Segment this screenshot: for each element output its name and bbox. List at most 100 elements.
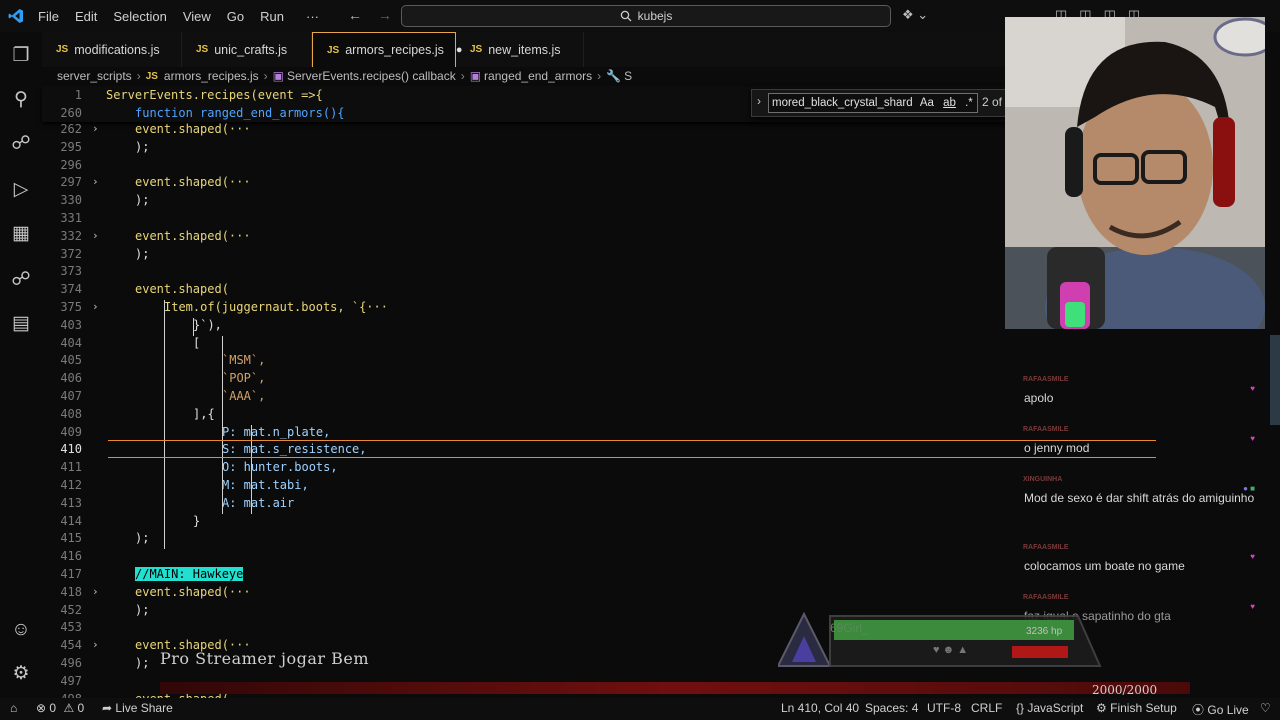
indentation[interactable]: Spaces: 4	[865, 701, 918, 715]
whole-word-toggle[interactable]: ab	[943, 97, 956, 109]
code-line: M: mat.tabi,	[222, 478, 309, 492]
chat-message: RAFAASMILE colocamos um boate no game ♥	[1015, 544, 1265, 576]
activity-bar: ❐ ⚲ ☍ ▷ ▦ ☍ ▤ ☺ ⚙	[0, 32, 42, 698]
breadcrumb-function[interactable]: ranged_end_armors	[484, 69, 592, 83]
remote-indicator-icon[interactable]: ⌂	[10, 701, 17, 715]
tab-new-items[interactable]: JS new_items.js	[456, 32, 584, 67]
chevron-right-icon: ›	[136, 69, 141, 83]
line-number: 297	[60, 175, 82, 190]
breadcrumb-folder[interactable]: server_scripts	[57, 69, 132, 83]
settings-gear-icon[interactable]: ⚙	[9, 662, 33, 686]
line-ending[interactable]: CRLF	[971, 701, 1002, 715]
code-line: O: hunter.boots,	[222, 460, 338, 475]
error-icon: ⊗	[36, 701, 47, 715]
chat-username: XINGUINHA	[1023, 476, 1063, 483]
cube-icon: ▣	[469, 69, 482, 83]
chat-username: RAFAASMILE	[1023, 376, 1069, 383]
line-number: 296	[60, 157, 82, 172]
line-number: 416	[60, 549, 82, 564]
encoding[interactable]: UTF-8	[927, 701, 961, 715]
tab-unic-crafts[interactable]: JS unic_crafts.js	[182, 32, 312, 67]
code-line: `POP`,	[222, 371, 266, 386]
indent-guide	[193, 317, 194, 336]
code-editor[interactable]: 1 ServerEvents.recipes(event =>{ 260 fun…	[42, 86, 1005, 706]
hud-hp-label: 3236 hp	[1026, 626, 1063, 637]
live-share-button[interactable]: ➦ Live Share	[102, 701, 173, 715]
explorer-icon[interactable]: ❐	[9, 44, 33, 68]
breadcrumb-callback[interactable]: ServerEvents.recipes() callback	[287, 69, 456, 83]
line-number: 496	[60, 656, 82, 670]
fold-chevron-icon[interactable]: ›	[92, 122, 99, 135]
forward-arrow-icon[interactable]: →	[378, 7, 392, 23]
code-line: }	[193, 513, 201, 528]
match-case-toggle[interactable]: Aa	[920, 97, 934, 109]
line-number: 403	[60, 317, 82, 332]
search-icon[interactable]: ⚲	[9, 88, 33, 112]
chevron-right-icon: ›	[597, 69, 602, 83]
line-number: 375	[60, 300, 82, 314]
javascript-file-icon: JS	[470, 44, 483, 55]
fold-chevron-icon[interactable]: ›	[92, 300, 99, 313]
code-line: );	[135, 193, 150, 208]
extensions-icon[interactable]: ▦	[9, 222, 33, 246]
line-number: 295	[60, 139, 82, 154]
fold-chevron-icon[interactable]: ›	[92, 229, 99, 242]
vscode-logo-icon	[8, 8, 24, 29]
tab-modifications[interactable]: JS modifications.js	[42, 32, 182, 67]
webcam-overlay	[1005, 17, 1265, 329]
notifications-bell-icon[interactable]: ♡	[1260, 701, 1271, 715]
fold-chevron-icon[interactable]: ›	[92, 638, 99, 651]
menu-run[interactable]: Run	[252, 9, 292, 24]
javascript-file-icon: JS	[327, 44, 340, 56]
chat-username: RAFAASMILE	[1023, 426, 1069, 433]
chevron-right-icon: ›	[263, 69, 268, 83]
fold-chevron-icon[interactable]: ›	[92, 585, 99, 598]
menu-selection[interactable]: Selection	[105, 9, 174, 24]
back-arrow-icon[interactable]: ←	[348, 7, 362, 23]
line-number: 412	[60, 478, 82, 492]
stream-hud: 69Girl_ 3236 hp ♥ ☻ ▲	[778, 612, 1108, 670]
line-number: 415	[60, 531, 82, 546]
account-icon[interactable]: ☺	[9, 618, 33, 642]
code-line: }`),	[193, 317, 222, 332]
menu-more[interactable]: ···	[292, 9, 327, 24]
line-number: 372	[60, 246, 82, 261]
menu-go[interactable]: Go	[219, 9, 252, 24]
code-line: event.shaped(···	[135, 584, 251, 599]
menu-file[interactable]: File	[30, 9, 67, 24]
cursor-position[interactable]: Ln 410, Col 40	[781, 701, 859, 715]
breadcrumb-file[interactable]: armors_recipes.js	[164, 69, 259, 83]
tab-armors-recipes[interactable]: JS armors_recipes.js ●	[312, 32, 463, 67]
line-number: 409	[60, 424, 82, 439]
finish-setup-button[interactable]: ⚙ Finish Setup	[1096, 701, 1177, 715]
problems-indicator[interactable]: ⊗ 0 ⚠ 0	[36, 701, 84, 715]
breadcrumb-symbol[interactable]: S	[624, 69, 632, 83]
line-number: 405	[60, 353, 82, 368]
menu-bar: File Edit Selection View Go Run ···	[30, 0, 327, 32]
language-mode[interactable]: {} JavaScript	[1016, 701, 1083, 715]
chat-username: RAFAASMILE	[1023, 594, 1069, 601]
run-debug-icon[interactable]: ▷	[9, 178, 33, 202]
copilot-icon[interactable]: ❖ ⌄	[902, 7, 928, 23]
line-number: 407	[60, 389, 82, 403]
command-center-search[interactable]: kubejs	[401, 5, 891, 27]
docs-icon[interactable]: ▤	[9, 312, 33, 336]
wrench-icon: 🔧	[606, 69, 622, 83]
indent-guide	[222, 335, 223, 514]
regex-toggle[interactable]: .*	[965, 97, 973, 109]
fold-chevron-icon[interactable]: ›	[92, 175, 99, 188]
cube-icon: ▣	[272, 69, 284, 83]
chat-text: colocamos um boate no game	[1024, 559, 1185, 573]
line-number: 413	[60, 495, 82, 510]
toggle-replace-chevron-icon[interactable]: ›	[757, 94, 761, 108]
menu-view[interactable]: View	[175, 9, 219, 24]
badge-icon: ● ■	[1243, 484, 1255, 493]
stream-banner: Pro Streamer jogar Bem	[160, 649, 370, 668]
menu-edit[interactable]: Edit	[67, 9, 105, 24]
remote-explorer-icon[interactable]: ☍	[9, 268, 33, 292]
warning-icon: ⚠	[63, 701, 75, 715]
heart-badge-icon: ♥	[1250, 434, 1255, 443]
go-live-button[interactable]: ⦿ Go Live	[1192, 701, 1249, 718]
find-input[interactable]: mored_black_crystal_shard Aa ab .*	[768, 93, 978, 113]
source-control-icon[interactable]: ☍	[9, 132, 33, 156]
